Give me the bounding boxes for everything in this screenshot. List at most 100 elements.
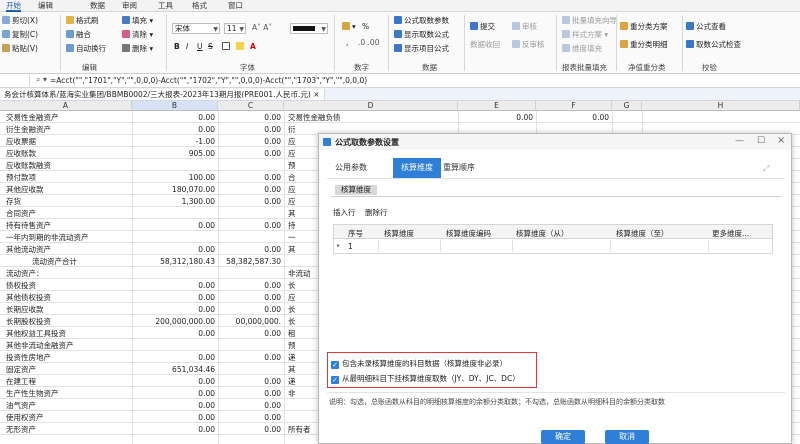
cell-b[interactable] xyxy=(132,268,218,279)
cell-c[interactable]: 0.00 xyxy=(218,136,284,147)
tab-common-params[interactable]: 公用参数 xyxy=(327,158,375,178)
formula-check-button[interactable]: 取数公式检查 xyxy=(686,40,741,50)
cell-b[interactable]: 58,312,180.43 xyxy=(132,256,218,267)
close-icon[interactable]: × xyxy=(313,90,319,99)
cell-d[interactable]: 应 xyxy=(288,292,318,303)
clear-button[interactable]: 清除 ▾ xyxy=(122,30,153,40)
border-button[interactable] xyxy=(222,42,232,52)
dimension-code-cell[interactable] xyxy=(440,240,512,252)
tab-edit[interactable]: 编辑 xyxy=(38,0,53,12)
cell-d[interactable] xyxy=(288,412,318,423)
cell-f[interactable]: 0.00 xyxy=(536,112,612,123)
color-picker[interactable]: ▼ xyxy=(290,23,328,34)
column-header-d[interactable]: D xyxy=(284,101,458,111)
cell-b[interactable]: 0.00 xyxy=(132,280,218,291)
cell-a[interactable]: 长期应收款 xyxy=(6,304,130,315)
cell-b[interactable]: 651,034.46 xyxy=(132,364,218,375)
cell-a[interactable]: 衍生金融资产 xyxy=(6,124,130,135)
cell-c[interactable]: 0.00 xyxy=(218,244,284,255)
cell-b[interactable]: 0.00 xyxy=(132,244,218,255)
cell-b[interactable]: 200,000,000.00 xyxy=(132,316,218,327)
fill-color-button[interactable] xyxy=(236,42,246,52)
cell-c[interactable]: 0.00 xyxy=(218,400,284,411)
cell-d[interactable]: 其 xyxy=(288,244,318,255)
cell-c[interactable] xyxy=(218,340,284,351)
tab-review[interactable]: 审阅 xyxy=(122,0,137,12)
cell-c[interactable]: 0.00 xyxy=(218,184,284,195)
cell-b[interactable] xyxy=(132,232,218,243)
copy-button[interactable]: 复制(C) xyxy=(2,30,38,40)
data-recall-button[interactable]: 数据收回 xyxy=(470,40,500,50)
cell-a[interactable]: 油气资产 xyxy=(6,400,130,411)
cell-a[interactable]: 投资性房地产 xyxy=(6,352,130,363)
cell-b[interactable]: 0.00 xyxy=(132,328,218,339)
tab-tools[interactable]: 工具 xyxy=(158,0,173,12)
cell-d[interactable]: 所有者 xyxy=(288,424,318,435)
percent-button[interactable]: % xyxy=(362,22,369,32)
formula-params-button[interactable]: 公式取数参数 xyxy=(394,16,449,26)
cell-a[interactable]: 一年内到期的非流动资产 xyxy=(6,232,130,243)
dimension-from-cell[interactable] xyxy=(512,240,610,252)
cell-c[interactable] xyxy=(218,364,284,375)
submit-button[interactable]: 提交 xyxy=(470,22,495,32)
cell-c[interactable]: 0.00 xyxy=(218,328,284,339)
underline-button[interactable]: U xyxy=(197,42,203,52)
cell-a[interactable]: 无形资产 xyxy=(6,424,130,435)
tab-home[interactable]: 开始 xyxy=(6,0,21,12)
cut-button[interactable]: 剪切(X) xyxy=(2,16,38,26)
column-header-h[interactable]: H xyxy=(642,101,800,111)
format-painter-button[interactable]: 格式刷 xyxy=(66,16,99,26)
cell-b[interactable]: 0.00 xyxy=(132,400,218,411)
more-dimensions-cell[interactable] xyxy=(708,240,772,252)
cell-b[interactable]: 0.00 xyxy=(132,388,218,399)
column-header-e[interactable]: E xyxy=(458,101,536,111)
cell-a[interactable]: 应收票据 xyxy=(6,136,130,147)
cell-d[interactable]: 非流动 xyxy=(288,268,318,279)
detail-dimension-checkbox[interactable]: ✓ 从最明细科目下挂核算维度取数（JY、DY、JC、DC） xyxy=(331,373,520,384)
tab-data[interactable]: 数据 xyxy=(90,0,105,12)
cell-a[interactable]: 使用权资产 xyxy=(6,412,130,423)
cell-c[interactable]: 0.00 xyxy=(218,172,284,183)
cell-e[interactable]: 0.00 xyxy=(458,112,536,123)
cell-b[interactable]: 0.00 xyxy=(132,424,218,435)
show-formula-button[interactable]: 显示取数公式 xyxy=(394,30,449,40)
comma-button[interactable]: , xyxy=(346,38,348,48)
cancel-button[interactable]: 取消 xyxy=(605,430,649,444)
cell-b[interactable]: -1.00 xyxy=(132,136,218,147)
attribute-fill-button[interactable]: 维度填充 xyxy=(562,44,602,54)
cell-c[interactable]: 0.00 xyxy=(218,292,284,303)
formula-view-button[interactable]: 公式查看 xyxy=(686,22,726,32)
cell-name-box[interactable] xyxy=(0,75,30,86)
cell-d[interactable]: 合 xyxy=(288,172,318,183)
tab-recalc-order[interactable]: 重算顺序 xyxy=(435,158,483,178)
decimal-button[interactable]: .0 .00 xyxy=(358,38,379,48)
expand-icon[interactable]: ⤢ xyxy=(763,164,769,174)
cell-c[interactable]: 0.00 xyxy=(218,304,284,315)
show-item-formula-button[interactable]: 显示项目公式 xyxy=(394,44,449,54)
font-grow-button[interactable]: A˄ A˅ xyxy=(252,23,272,33)
cell-d[interactable]: 一 xyxy=(288,232,318,243)
cell-c[interactable]: 0.00 xyxy=(218,112,284,123)
cell-b[interactable] xyxy=(132,208,218,219)
cell-b[interactable]: 0.00 xyxy=(132,376,218,387)
cell-d[interactable]: 租 xyxy=(288,328,318,339)
cell-c[interactable]: 0.00 xyxy=(218,352,284,363)
cell-d[interactable]: 应 xyxy=(288,196,318,207)
cell-c[interactable]: 0.00 xyxy=(218,124,284,135)
cell-a[interactable]: 预付款项 xyxy=(6,172,130,183)
cell-d[interactable]: 持 xyxy=(288,220,318,231)
delete-row-button[interactable]: 删除行 xyxy=(365,207,388,218)
italic-button[interactable]: I xyxy=(186,42,188,52)
close-icon[interactable]: × xyxy=(777,135,785,146)
cell-c[interactable] xyxy=(218,160,284,171)
cell-a[interactable]: 存货 xyxy=(6,196,130,207)
cell-a[interactable]: 应收账款 xyxy=(6,148,130,159)
cell-b[interactable]: 0.00 xyxy=(132,304,218,315)
reverse-audit-button[interactable]: 反审核 xyxy=(512,40,545,50)
cell-a[interactable]: 其他流动资产 xyxy=(6,244,130,255)
include-unrecorded-checkbox[interactable]: ✓ 包含未录核算维度的科目数据（核算维度非必录） xyxy=(331,358,507,369)
paste-button[interactable]: 粘贴(V) xyxy=(2,44,38,54)
cell-d[interactable]: 非 xyxy=(288,388,318,399)
cell-b[interactable]: 100.00 xyxy=(132,172,218,183)
cell-d[interactable]: 长 xyxy=(288,304,318,315)
